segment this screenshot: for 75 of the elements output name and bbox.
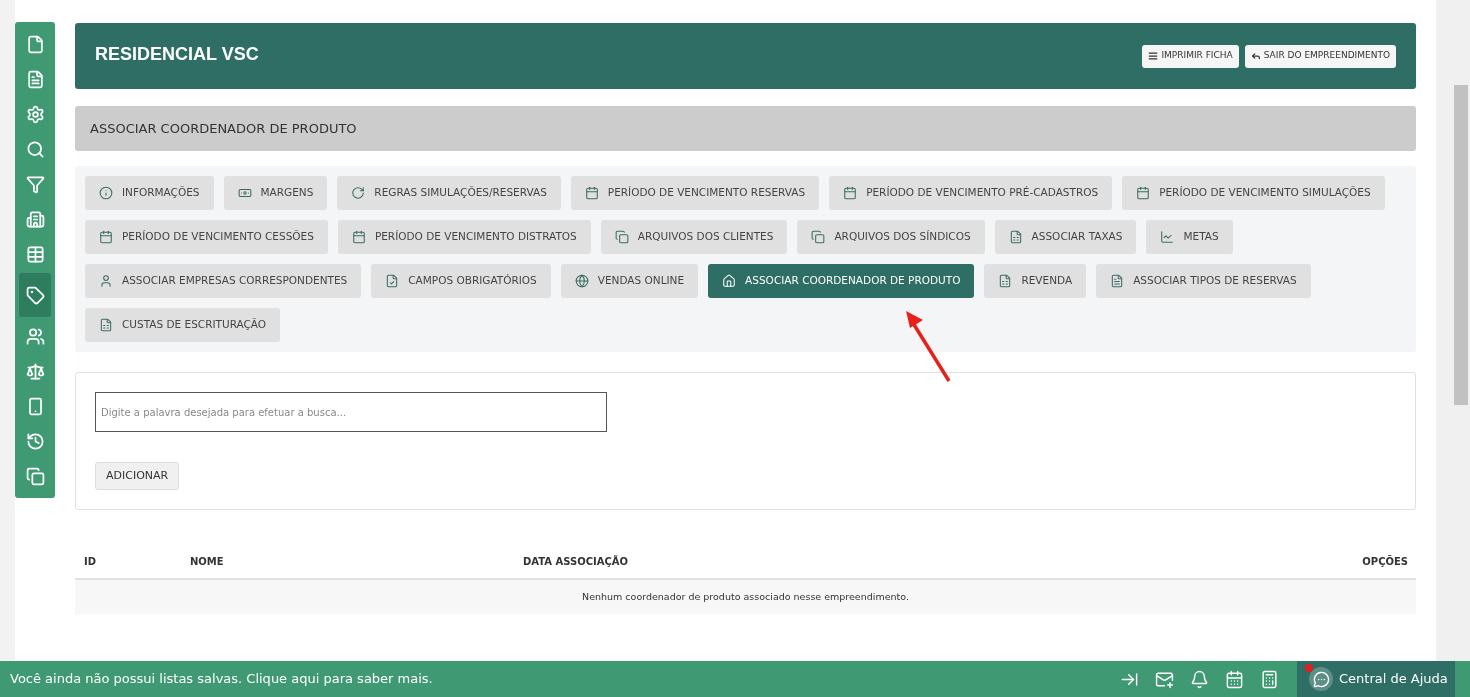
section-title: ASSOCIAR COORDENADOR DE PRODUTO: [90, 119, 357, 138]
tab[interactable]: ASSOCIAR TAXAS: [994, 220, 1137, 254]
scale-icon: [25, 361, 45, 381]
tab[interactable]: REGRAS SIMULAÇÕES/RESERVAS: [337, 176, 561, 210]
tab[interactable]: INFORMAÇÕES: [85, 176, 214, 210]
list-icon: [1148, 51, 1159, 61]
table-icon: [25, 244, 45, 264]
tab[interactable]: METAS: [1146, 220, 1233, 254]
empty-message: Nenhum coordenador de produto associado nesse empreendimento.: [582, 589, 909, 604]
tab[interactable]: ARQUIVOS DOS CLIENTES: [600, 220, 788, 254]
tab[interactable]: VENDAS ONLINE: [560, 264, 699, 298]
globe-icon: [574, 274, 589, 288]
calendar-icon: [843, 186, 858, 200]
toolbar-button[interactable]: [1224, 669, 1244, 689]
chart-icon: [1160, 230, 1175, 244]
invoice-icon: [1008, 230, 1023, 244]
invoice-icon: [998, 274, 1013, 288]
column-header: OPÇÕES: [1362, 554, 1409, 569]
reply-icon: [1250, 51, 1261, 61]
users-icon: [25, 326, 45, 346]
header-button[interactable]: IMPRIMIR FICHA: [1142, 44, 1239, 68]
file-check-icon: [385, 274, 400, 288]
add-button[interactable]: ADICIONAR: [95, 462, 180, 490]
tab[interactable]: PERÍODO DE VENCIMENTO SIMULAÇÕES: [1122, 176, 1385, 210]
tab[interactable]: CUSTAS DE ESCRITURAÇÃO: [85, 308, 281, 342]
tab[interactable]: ASSOCIAR COORDENADOR DE PRODUTO: [708, 264, 975, 298]
tab[interactable]: ASSOCIAR TIPOS DE RESERVAS: [1096, 264, 1311, 298]
info-icon: [99, 186, 113, 200]
tab[interactable]: PERÍODO DE VENCIMENTO CESSÕES: [85, 220, 328, 254]
calendar-icon: [99, 230, 113, 244]
tab[interactable]: PERÍODO DE VENCIMENTO DISTRATOS: [337, 220, 591, 254]
tab[interactable]: REVENDA: [984, 264, 1087, 298]
column-header: DATA ASSOCIAÇÃO: [523, 554, 630, 569]
calculator-icon: [1259, 669, 1279, 689]
search-field[interactable]: Digite a palavra desejada para efetuar a busca...: [95, 392, 607, 432]
help-button[interactable]: Central de Ajuda: [1297, 661, 1455, 697]
column-header: NOME: [190, 555, 225, 569]
calendar-icon: [584, 186, 599, 200]
filter-icon: [25, 174, 45, 194]
rotate-icon: [351, 186, 366, 200]
sidebar-item[interactable]: [19, 273, 51, 317]
invoice-icon: [99, 318, 113, 332]
search-icon: [25, 139, 45, 159]
calendar-icon: [1136, 186, 1151, 200]
house-icon: [722, 274, 737, 288]
file-icon: [25, 34, 45, 54]
chat-icon: [1309, 667, 1333, 691]
tab[interactable]: PERÍODO DE VENCIMENTO PRÉ-CADASTROS: [829, 176, 1113, 210]
history-icon: [25, 431, 45, 451]
document-icon: [25, 69, 45, 89]
bell-icon: [1189, 669, 1209, 689]
toolbar-button[interactable]: [1189, 669, 1209, 689]
mail-icon: [1154, 669, 1174, 689]
tab[interactable]: ARQUIVOS DOS SÍNDICOS: [797, 220, 985, 254]
user-icon: [99, 274, 113, 288]
header-button[interactable]: SAIR DO EMPREENDIMENTO: [1244, 44, 1396, 68]
tab[interactable]: PERÍODO DE VENCIMENTO RESERVAS: [570, 176, 820, 210]
document-icon: [1110, 274, 1125, 288]
building-icon: [25, 209, 45, 229]
calendar-icon: [1224, 669, 1244, 689]
toolbar-button[interactable]: [1154, 669, 1174, 689]
calendar-icon: [351, 230, 366, 244]
tab[interactable]: CAMPOS OBRIGATÓRIOS: [371, 264, 551, 298]
tag-icon: [25, 285, 45, 305]
money-icon: [237, 186, 252, 200]
copy-icon: [811, 230, 826, 244]
scrollbar-thumb[interactable]: [1454, 85, 1468, 405]
toolbar-button[interactable]: [1259, 669, 1279, 689]
tab[interactable]: MARGENS: [223, 176, 328, 210]
copy-icon: [25, 466, 45, 486]
column-header: ID: [83, 555, 98, 569]
page-title: RESIDENCIAL VSC: [95, 43, 259, 66]
copy-icon: [614, 230, 629, 244]
tab[interactable]: ASSOCIAR EMPRESAS CORRESPONDENTES: [85, 264, 362, 298]
settings-icon: [25, 104, 45, 124]
